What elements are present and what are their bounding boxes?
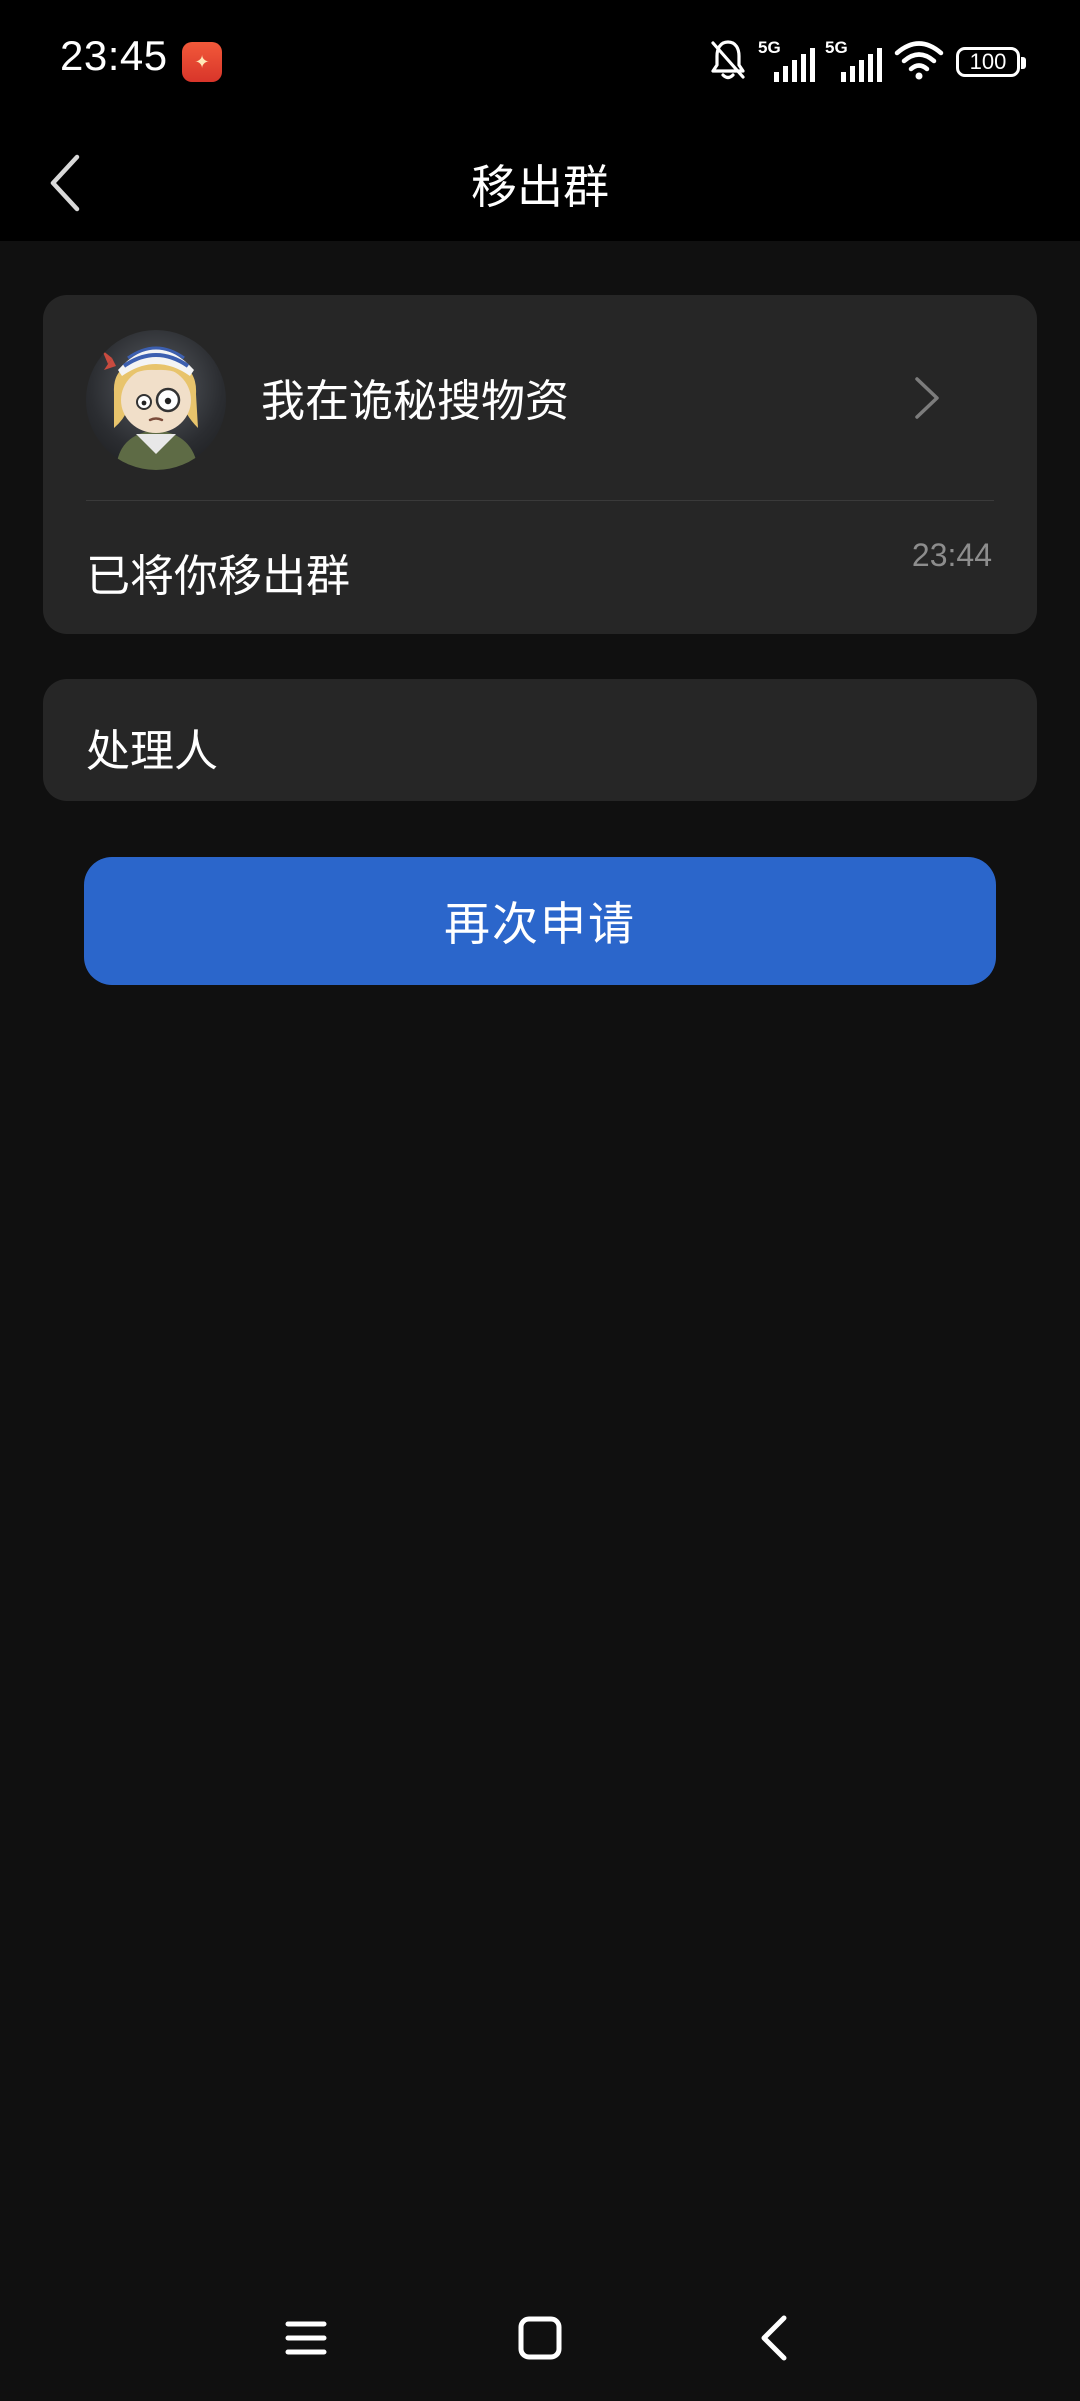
- back-nav-button[interactable]: [744, 2310, 804, 2366]
- signal-icon: 5G: [758, 38, 815, 82]
- divider: [86, 500, 994, 501]
- reapply-button[interactable]: 再次申请: [84, 857, 996, 985]
- home-button[interactable]: [510, 2310, 570, 2366]
- wifi-icon: [894, 40, 944, 84]
- group-avatar: [86, 330, 226, 470]
- handler-label: 处理人: [86, 726, 218, 777]
- app-bar: 移出群: [0, 125, 1080, 241]
- network-type-label: 5G: [758, 38, 781, 57]
- back-icon: [761, 2315, 787, 2361]
- battery-icon: 100: [956, 47, 1026, 77]
- handler-card: 处理人: [43, 679, 1037, 801]
- battery-level: 100: [969, 49, 1007, 74]
- system-nav-bar: [0, 2270, 1080, 2401]
- mute-bell-icon: [708, 38, 748, 86]
- group-row[interactable]: 我在诡秘搜物资: [43, 295, 1037, 501]
- removal-notice: 已将你移出群: [86, 551, 350, 602]
- page-title: 移出群: [471, 160, 609, 214]
- signal-icon: 5G: [825, 38, 882, 82]
- status-time: 23:45: [60, 32, 168, 79]
- network-type-label: 5G: [825, 38, 848, 57]
- chevron-right-icon: [915, 377, 939, 419]
- group-card: 我在诡秘搜物资 已将你移出群 23:44: [43, 295, 1037, 634]
- notice-timestamp: 23:44: [911, 537, 992, 573]
- app-notification-icon: ✦: [182, 42, 222, 82]
- home-icon: [518, 2316, 562, 2360]
- menu-icon: [285, 2321, 327, 2355]
- menu-button[interactable]: [276, 2310, 336, 2366]
- status-bar: 23:45 ✦ 5G 5G 100: [0, 0, 1080, 125]
- group-name: 我在诡秘搜物资: [261, 376, 569, 427]
- status-icons: 5G 5G 100: [708, 34, 1026, 90]
